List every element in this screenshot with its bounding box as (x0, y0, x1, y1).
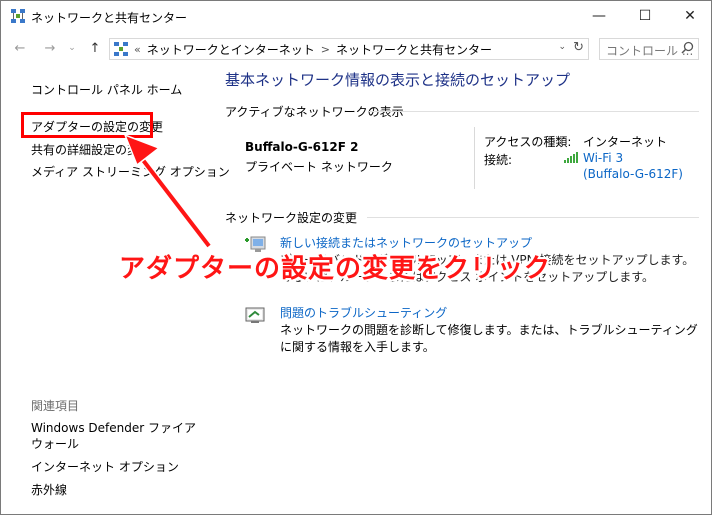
network-name: Buffalo-G-612F 2 (245, 140, 359, 154)
access-type-label: アクセスの種類: (484, 135, 572, 149)
related-item-internet-options[interactable]: インターネット オプション (31, 458, 179, 475)
sidebar-item-media-streaming-options[interactable]: メディア ストリーミング オプション (31, 163, 230, 180)
troubleshoot-description: ネットワークの問題を診断して修復します。または、トラブルシューティングに関する情… (280, 323, 698, 354)
network-settings-heading: ネットワーク設定の変更 (225, 211, 358, 225)
back-button[interactable]: ← (11, 38, 29, 58)
control-panel-window: ネットワークと共有センター — ☐ ✕ ← → ⌄ ↑ « ネットワークとインタ… (0, 0, 712, 515)
wifi-connection-link[interactable]: Wi-Fi 3 (583, 151, 623, 165)
address-dropdown-icon[interactable]: ⌄ (558, 42, 566, 52)
page-title: 基本ネットワーク情報の表示と接続のセットアップ (225, 71, 571, 89)
related-item-firewall[interactable]: Windows Defender ファイアウォール (31, 420, 201, 452)
minimize-button[interactable]: — (576, 1, 622, 31)
maximize-button[interactable]: ☐ (622, 1, 668, 31)
instruction-annotation: アダプターの設定の変更をクリック (119, 254, 552, 284)
address-bar[interactable]: « ネットワークとインターネット > ネットワークと共有センター ⌄ ↻ (109, 38, 589, 60)
wifi-signal-icon (564, 152, 578, 163)
related-item-infrared[interactable]: 赤外線 (31, 481, 67, 498)
search-icon[interactable] (681, 41, 694, 54)
troubleshoot-icon (245, 307, 265, 323)
related-heading: 関連項目 (31, 399, 80, 413)
title-bar: ネットワークと共有センター — ☐ ✕ (1, 1, 711, 31)
network-center-icon (11, 9, 25, 23)
sidebar-item-control-panel-home[interactable]: コントロール パネル ホーム (31, 81, 182, 98)
network-center-icon (114, 42, 128, 56)
breadcrumb-network-internet[interactable]: ネットワークとインターネット (147, 41, 315, 58)
sidebar-item-advanced-sharing-settings[interactable]: 共有の詳細設定の変更 (31, 141, 151, 158)
forward-button[interactable]: → (41, 38, 59, 58)
network-type: プライベート ネットワーク (245, 160, 393, 174)
connection-label: 接続: (484, 153, 513, 167)
recent-locations-button[interactable]: ⌄ (63, 38, 81, 58)
section-divider (367, 217, 699, 218)
access-type-value: インターネット (583, 135, 668, 149)
highlight-box (21, 112, 153, 138)
breadcrumb-overflow-icon[interactable]: « (134, 43, 141, 56)
search-input[interactable]: コントロール ... (599, 38, 699, 60)
section-divider (369, 111, 699, 112)
vertical-divider (474, 127, 475, 189)
window-title: ネットワークと共有センター (31, 11, 188, 25)
wifi-connection-ssid[interactable]: (Buffalo-G-612F) (583, 167, 683, 181)
breadcrumb-network-center[interactable]: ネットワークと共有センター (336, 41, 492, 58)
up-button[interactable]: ↑ (86, 38, 104, 58)
refresh-icon[interactable]: ↻ (573, 40, 584, 55)
breadcrumb-separator-icon[interactable]: > (321, 43, 330, 56)
troubleshoot-link[interactable]: 問題のトラブルシューティング (280, 304, 447, 321)
close-button[interactable]: ✕ (667, 1, 712, 31)
navigation-bar: ← → ⌄ ↑ « ネットワークとインターネット > ネットワークと共有センター… (1, 34, 711, 62)
